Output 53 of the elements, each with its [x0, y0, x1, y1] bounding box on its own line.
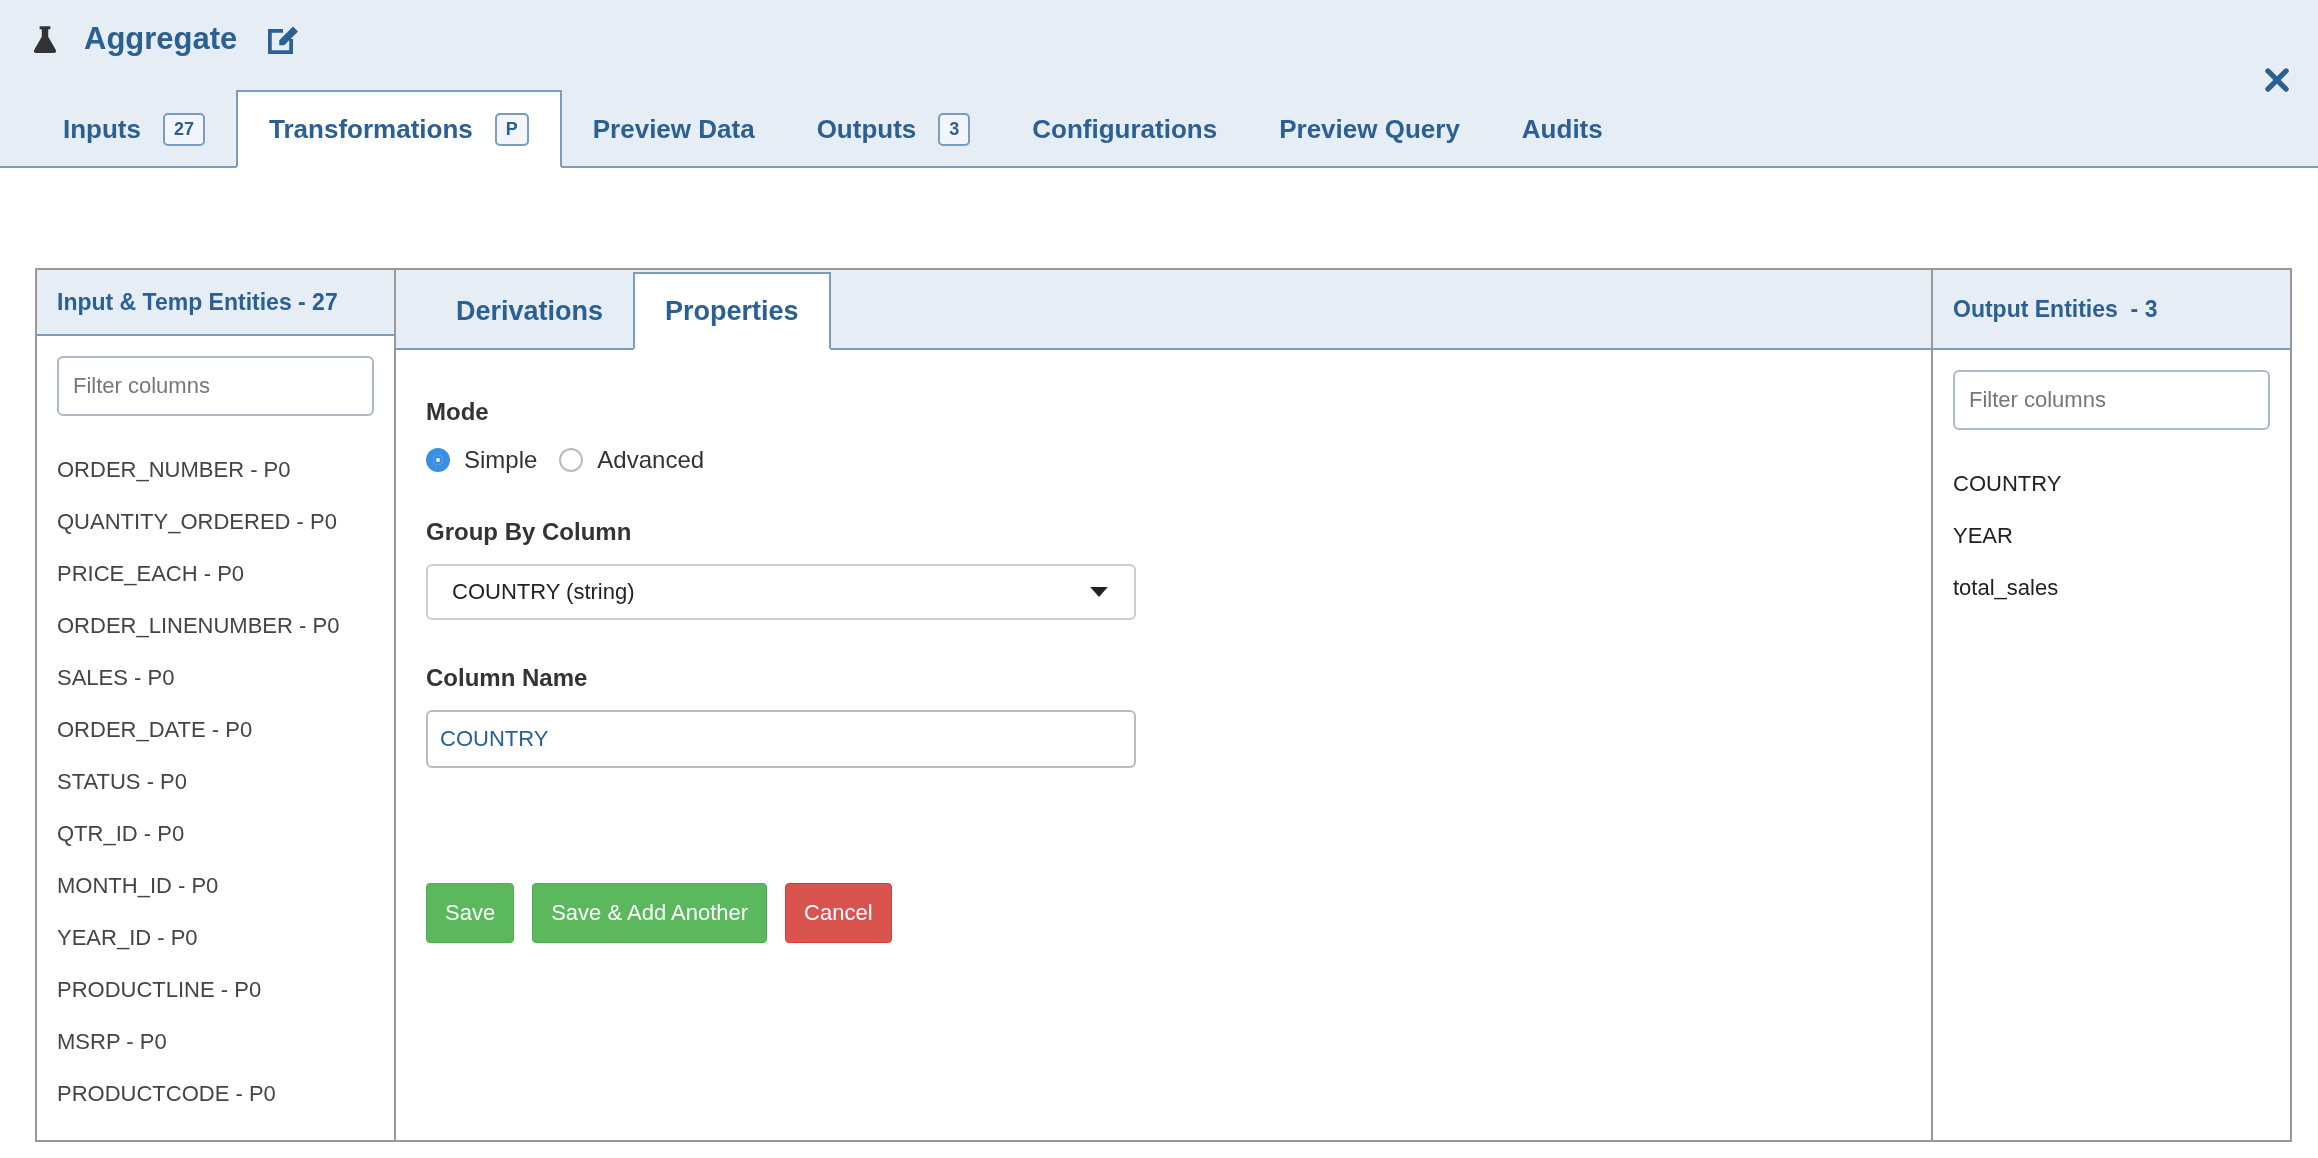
tab[interactable]: Inputs 27 — [32, 90, 237, 168]
action-button[interactable]: Cancel — [785, 883, 892, 943]
tab-label: Preview Data — [592, 113, 755, 145]
tab[interactable]: Properties — [633, 272, 831, 350]
column-item[interactable]: PRICE_EACH - P0 — [57, 548, 374, 600]
radio-button[interactable] — [559, 448, 584, 472]
column-item[interactable]: COUNTRY — [1953, 458, 2270, 510]
column-item[interactable]: STATUS - P0 — [57, 756, 374, 808]
group-by-dropdown[interactable]: COUNTRY (string) — [426, 564, 1136, 620]
filter-field[interactable]: Filter columns — [57, 356, 374, 416]
panel-title: Output Entities - 3 — [1953, 295, 2158, 323]
column-item[interactable]: ORDER_DATE - P0 — [57, 704, 374, 756]
close-icon[interactable] — [2264, 67, 2290, 94]
column-item[interactable]: QUANTITY_ORDERED - P0 — [57, 496, 374, 548]
field-label: Mode — [426, 398, 489, 426]
column-item[interactable]: total_sales — [1953, 562, 2270, 614]
page-title: Aggregate — [84, 20, 238, 57]
column-item[interactable]: YEAR_ID - P0 — [57, 912, 374, 964]
tab-label: Inputs — [63, 113, 141, 145]
tab[interactable]: Configurations — [1001, 90, 1249, 168]
panel-title: Input & Temp Entities - 27 — [57, 288, 338, 316]
radio-label: Advanced — [597, 446, 705, 474]
column-item[interactable]: QTR_ID - P0 — [57, 808, 374, 860]
caret-icon — [1090, 586, 1108, 598]
tab-label: Configurations — [1032, 113, 1218, 145]
tab[interactable]: Audits — [1490, 90, 1634, 168]
filter-field[interactable]: Filter columns — [1953, 370, 2270, 430]
tab[interactable]: Transformations P — [236, 90, 562, 168]
tab[interactable]: Outputs 3 — [785, 90, 1002, 168]
tab-label: Preview Query — [1279, 113, 1460, 145]
column-item[interactable]: MONTH_ID - P0 — [57, 860, 374, 912]
column-name-field[interactable]: COUNTRY — [426, 710, 1136, 768]
radio-label: Simple — [464, 446, 538, 474]
tab[interactable]: Preview Query — [1248, 90, 1491, 168]
column-item[interactable]: ORDER_NUMBER - P0 — [57, 444, 374, 496]
count-badge: 3 — [938, 112, 971, 146]
tab-label: Audits — [1521, 113, 1603, 145]
tab-label: Outputs — [816, 113, 917, 145]
column-item[interactable]: YEAR — [1953, 510, 2270, 562]
flask-icon — [32, 23, 58, 54]
column-item[interactable]: MSRP - P0 — [57, 1016, 374, 1068]
count-badge: P — [494, 112, 529, 146]
count-badge: 27 — [163, 112, 206, 146]
tab[interactable]: Preview Data — [561, 90, 786, 168]
column-item[interactable]: SALES - P0 — [57, 652, 374, 704]
column-item[interactable]: ORDER_LINENUMBER - P0 — [57, 600, 374, 652]
column-item[interactable]: PRODUCTLINE - P0 — [57, 964, 374, 1016]
field-label: Group By Column — [426, 518, 632, 546]
field-label: Column Name — [426, 664, 588, 692]
tab-label: Transformations — [269, 113, 473, 145]
radio-button[interactable] — [426, 448, 450, 472]
column-item[interactable]: PRODUCTCODE - P0 — [57, 1068, 374, 1120]
tab[interactable]: Derivations — [426, 272, 634, 350]
